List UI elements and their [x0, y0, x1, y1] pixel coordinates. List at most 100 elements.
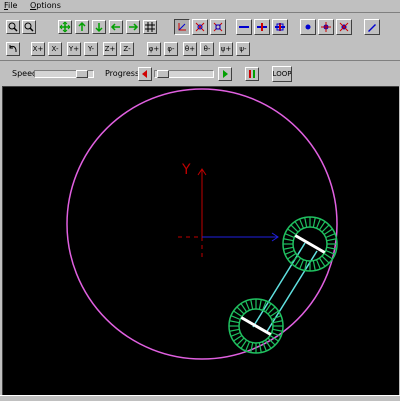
- gear-tooth: [294, 221, 302, 231]
- psi-plus-button[interactable]: ψ+: [219, 42, 233, 56]
- gear-tooth: [283, 246, 294, 250]
- gear-tooth: [283, 238, 294, 242]
- phi-minus-button[interactable]: φ-: [164, 42, 178, 56]
- scene-svg: Y: [66, 88, 338, 360]
- gear-tooth: [287, 228, 297, 236]
- simulation-canvas[interactable]: Y: [2, 86, 399, 396]
- toolbar-playback: Speed Progress LOOP: [0, 61, 400, 85]
- theta-minus-label: θ-: [203, 44, 211, 53]
- gear-tooth: [299, 218, 305, 229]
- y-axis-label: Y: [181, 162, 191, 178]
- x-minus-button[interactable]: X-: [48, 42, 62, 56]
- axes-fit-icon: [213, 22, 223, 32]
- axes-fit-button[interactable]: [210, 19, 226, 35]
- show-points-button[interactable]: [300, 19, 316, 35]
- progress-slider[interactable]: [154, 70, 214, 78]
- x-minus-label: X-: [51, 44, 59, 53]
- pan-up-button[interactable]: [75, 20, 89, 34]
- play-pause-button[interactable]: [245, 67, 259, 81]
- gear-tooth: [258, 342, 262, 353]
- pan-all-button[interactable]: [58, 20, 72, 34]
- step-back-button[interactable]: [138, 67, 152, 81]
- gear-tooth: [267, 306, 276, 315]
- gear-tooth: [312, 217, 316, 228]
- menu-options[interactable]: Options: [30, 1, 61, 11]
- gear-tooth: [325, 233, 336, 239]
- pan-right-button[interactable]: [126, 20, 140, 34]
- gear-tooth: [229, 320, 240, 324]
- y-plus-button[interactable]: Y+: [67, 42, 81, 56]
- gear-tooth: [304, 217, 308, 228]
- gear-tooth: [230, 331, 241, 337]
- gear-tooth: [290, 224, 299, 233]
- undo-button[interactable]: [6, 42, 20, 56]
- gear-tooth: [287, 252, 297, 260]
- magnifier-plus-icon: [8, 22, 18, 32]
- z-minus-button[interactable]: Z-: [120, 42, 134, 56]
- gear-tooth: [284, 249, 295, 255]
- gear-shaft: [294, 234, 326, 254]
- phi-plus-button[interactable]: φ+: [147, 42, 161, 56]
- step-forward-button[interactable]: [218, 67, 232, 81]
- gear-tooth: [318, 257, 326, 267]
- psi-plus-label: ψ+: [220, 44, 232, 53]
- y-minus-button[interactable]: Y-: [84, 42, 98, 56]
- show-joints-button[interactable]: [254, 19, 270, 35]
- link-joint-icon: [257, 23, 267, 31]
- pan-down-button[interactable]: [92, 20, 106, 34]
- grid-button[interactable]: [143, 20, 157, 34]
- zoom-out-button[interactable]: [22, 20, 36, 34]
- theta-plus-button[interactable]: θ+: [183, 42, 197, 56]
- arrow-left-icon: [110, 23, 120, 31]
- triangle-right-icon: [223, 70, 228, 78]
- target-icon: [321, 22, 331, 32]
- gear-tooth: [250, 299, 254, 310]
- gear-tooth: [294, 257, 302, 267]
- gear-tooth: [323, 252, 333, 260]
- pen-icon: [368, 24, 376, 32]
- show-frames-button[interactable]: [272, 19, 288, 35]
- gear-tooth: [236, 306, 245, 315]
- psi-minus-button[interactable]: ψ-: [236, 42, 250, 56]
- gear-tooth: [250, 342, 254, 353]
- show-collisions-button[interactable]: [336, 19, 352, 35]
- menu-file-label: ile: [8, 1, 18, 10]
- gear-tooth: [240, 339, 248, 349]
- psi-minus-label: ψ-: [239, 44, 247, 53]
- status-bar: [0, 395, 400, 401]
- z-plus-label: Z+: [104, 44, 116, 53]
- magnifier-minus-icon: [24, 22, 34, 32]
- gear-tooth: [323, 228, 333, 236]
- zoom-in-button[interactable]: [6, 20, 20, 34]
- gear-tooth: [299, 259, 305, 270]
- axes-rotate-button[interactable]: [192, 19, 208, 35]
- arrow-down-icon: [95, 23, 103, 33]
- gear-shaft: [240, 316, 272, 336]
- arrow-right-icon: [129, 23, 139, 31]
- dash-icon: [239, 26, 249, 28]
- axes-rotate-icon: [195, 22, 205, 32]
- gear-tooth: [315, 259, 321, 270]
- y-plus-label: Y+: [68, 44, 80, 53]
- loop-button[interactable]: LOOP: [272, 66, 292, 82]
- gear-tooth: [318, 221, 326, 231]
- gear-tooth: [272, 328, 283, 332]
- draw-path-button[interactable]: [364, 19, 380, 35]
- collision-icon: [339, 22, 349, 32]
- gear-tooth: [258, 299, 262, 310]
- speed-slider-thumb[interactable]: [76, 70, 88, 78]
- menu-options-label: ptions: [36, 1, 61, 10]
- menu-file[interactable]: File: [4, 1, 17, 11]
- toolbar-transform: X+ X- Y+ Y- Z+ Z- φ+ φ- θ+ θ- ψ+ ψ-: [0, 38, 400, 61]
- link-frame-icon: [275, 23, 285, 31]
- pan-left-button[interactable]: [109, 20, 123, 34]
- undo-icon: [9, 45, 17, 52]
- x-plus-button[interactable]: X+: [31, 42, 45, 56]
- theta-minus-button[interactable]: θ-: [200, 42, 214, 56]
- axes-xy-button[interactable]: [174, 19, 190, 35]
- progress-slider-thumb[interactable]: [157, 70, 169, 78]
- z-plus-button[interactable]: Z+: [103, 42, 117, 56]
- show-links-button[interactable]: [236, 19, 252, 35]
- speed-slider[interactable]: [34, 70, 94, 78]
- show-targets-button[interactable]: [318, 19, 334, 35]
